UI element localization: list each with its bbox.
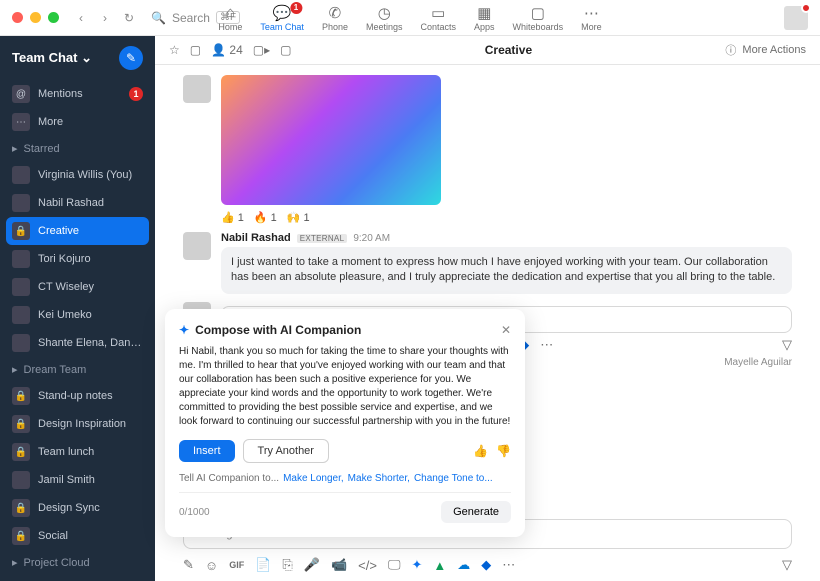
sidebar-item[interactable]: 🔒Design Inspiration	[0, 410, 155, 438]
bookmark-icon[interactable]: ▢	[190, 43, 201, 57]
search-icon: 🔍	[151, 11, 166, 25]
filter-icon[interactable]: ▽	[782, 557, 792, 573]
sidebar-item[interactable]: 🔒Team lunch	[0, 438, 155, 466]
suggestion-label: Tell AI Companion to...	[179, 473, 279, 484]
external-tag: EXTERNAL	[297, 234, 348, 243]
screen-icon[interactable]: 🖵	[388, 557, 401, 573]
sidebar-item[interactable]: Virginia Willis (You)	[0, 161, 155, 189]
gif-icon[interactable]: GIF	[229, 560, 244, 570]
topnav-meetings[interactable]: ◷Meetings	[366, 4, 403, 32]
sidebar-item[interactable]: Jamil Smith	[0, 466, 155, 494]
filter-icon[interactable]: ▽	[782, 337, 792, 353]
format-icon[interactable]: ✎	[183, 557, 194, 573]
ai-popup-title: ✦Compose with AI Companion	[179, 323, 361, 337]
ai-icon[interactable]: ✦	[412, 557, 423, 573]
more-icon[interactable]: ⋯	[502, 557, 515, 573]
video-rec-icon[interactable]: 📹	[331, 557, 347, 573]
suggestion-link[interactable]: Change Tone to...	[414, 473, 493, 484]
message-avatar	[183, 75, 211, 103]
close-icon[interactable]: ✕	[501, 323, 511, 337]
sidebar-item[interactable]: 🔒Stand-up notes	[0, 382, 155, 410]
clip-icon[interactable]: ⎘	[282, 557, 292, 573]
star-icon[interactable]: ☆	[169, 43, 180, 57]
info-icon[interactable]: ⓘ	[725, 42, 736, 58]
audio-icon[interactable]: 🎤	[304, 557, 320, 573]
topnav-whiteboards[interactable]: ▢Whiteboards	[513, 4, 564, 32]
presence-indicator	[801, 3, 811, 13]
close-window[interactable]	[12, 12, 23, 23]
message-bubble: I just wanted to take a moment to expres…	[221, 247, 792, 294]
ai-generated-text: Hi Nabil, thank you so much for taking t…	[179, 345, 511, 429]
more-icon[interactable]: ⋯	[540, 337, 553, 353]
char-count: 0/1000	[179, 507, 210, 518]
insert-button[interactable]: Insert	[179, 440, 235, 462]
sidebar-item[interactable]: Shante Elena, Daniel Bow...	[0, 329, 155, 357]
topnav-apps[interactable]: ▦Apps	[474, 4, 495, 32]
sidebar-mentions[interactable]: @Mentions1	[0, 80, 155, 108]
code-icon[interactable]: </>	[358, 558, 377, 573]
generate-button[interactable]: Generate	[441, 501, 511, 523]
suggestion-link[interactable]: Make Longer,	[283, 473, 344, 484]
message-avatar	[183, 232, 211, 260]
channel-title: Creative	[291, 43, 725, 57]
sidebar-more[interactable]: ⋯More	[0, 108, 155, 136]
sidebar-item[interactable]: Kei Umeko	[0, 301, 155, 329]
topnav-team-chat[interactable]: 💬1Team Chat	[260, 4, 304, 32]
section-chats[interactable]: ▸Chats	[0, 575, 155, 581]
user-avatar[interactable]	[784, 6, 808, 30]
emoji-icon[interactable]: ☺	[205, 558, 218, 573]
image-attachment[interactable]	[221, 75, 441, 205]
members-count[interactable]: 👤 24	[211, 43, 243, 57]
maximize-window[interactable]	[48, 12, 59, 23]
topnav-contacts[interactable]: ▭Contacts	[421, 4, 457, 32]
box-icon[interactable]: ◆	[481, 557, 491, 573]
nav-history[interactable]: ↻	[119, 8, 139, 28]
topnav-home[interactable]: ⌂Home	[218, 4, 242, 32]
suggestion-link[interactable]: Make Shorter,	[348, 473, 410, 484]
thumbs-up-icon[interactable]: 👍	[473, 444, 488, 458]
thumbs-down-icon[interactable]: 👎	[496, 444, 511, 458]
onedrive-icon[interactable]: ☁	[457, 557, 470, 573]
try-another-button[interactable]: Try Another	[243, 439, 329, 463]
ai-companion-popup: ✦Compose with AI Companion ✕ Hi Nabil, t…	[165, 309, 525, 537]
sidebar-item[interactable]: Tori Kojuro	[0, 245, 155, 273]
file-icon[interactable]: 📄	[255, 557, 271, 573]
section-starred[interactable]: ▸Starred	[0, 136, 155, 161]
sidebar-item[interactable]: Nabil Rashad	[0, 189, 155, 217]
sidebar-item[interactable]: CT Wiseley	[0, 273, 155, 301]
timestamp: 9:20 AM	[353, 233, 390, 244]
more-actions[interactable]: More Actions	[742, 44, 806, 56]
topnav-phone[interactable]: ✆Phone	[322, 4, 348, 32]
sidebar-item[interactable]: 🔒Social	[0, 522, 155, 550]
sidebar-title[interactable]: Team Chat ⌄	[12, 50, 92, 66]
nav-back[interactable]: ‹	[71, 8, 91, 28]
drive-icon[interactable]: ▲	[433, 558, 446, 573]
nav-forward[interactable]: ›	[95, 8, 115, 28]
section-project-cloud[interactable]: ▸Project Cloud	[0, 550, 155, 575]
section-dream-team[interactable]: ▸Dream Team	[0, 357, 155, 382]
more-chat-icon[interactable]: ▢	[280, 43, 291, 57]
sidebar-item[interactable]: 🔒Creative	[6, 217, 149, 245]
compose-button[interactable]: ✎	[119, 46, 143, 70]
topnav-more[interactable]: ⋯More	[581, 4, 602, 32]
author-name[interactable]: Nabil Rashad	[221, 232, 291, 244]
video-icon[interactable]: ▢▸	[253, 43, 270, 57]
search-placeholder: Search	[172, 11, 210, 25]
sidebar-item[interactable]: 🔒Design Sync	[0, 494, 155, 522]
minimize-window[interactable]	[30, 12, 41, 23]
reactions-bar[interactable]: 👍 1 🔥 1 🙌 1	[221, 211, 792, 224]
